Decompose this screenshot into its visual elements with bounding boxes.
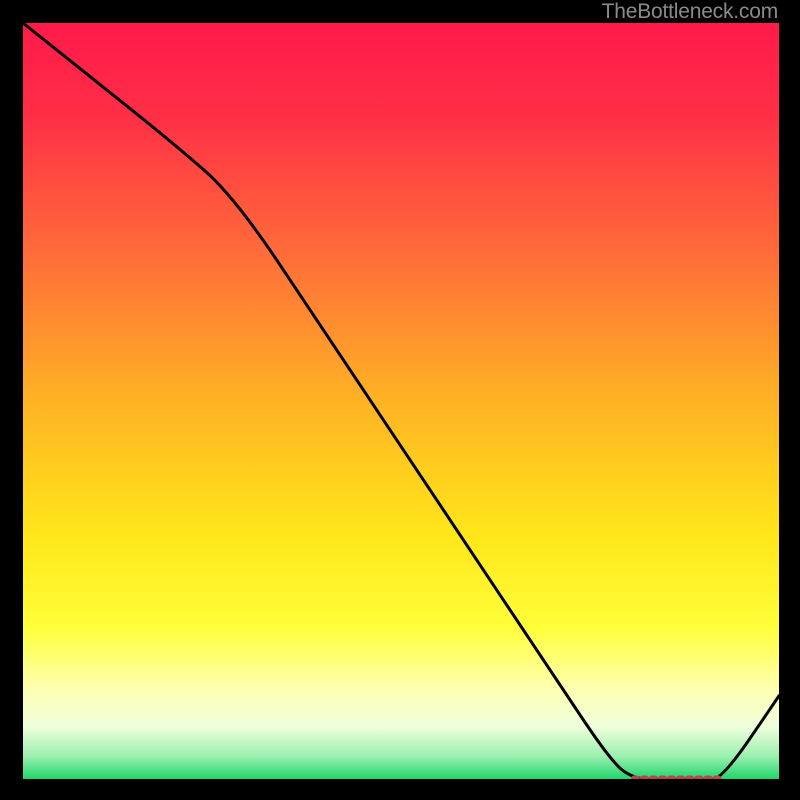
- chart-background: [23, 23, 779, 779]
- watermark-text: TheBottleneck.com: [602, 0, 778, 24]
- chart-svg: [23, 23, 779, 779]
- marker-dot: [703, 776, 712, 780]
- marker-dot: [694, 776, 703, 780]
- marker-dot: [676, 776, 685, 780]
- marker-dot: [667, 776, 676, 780]
- chart-frame: [23, 23, 779, 779]
- marker-dot: [713, 776, 722, 780]
- marker-dot: [631, 776, 640, 780]
- marker-dot: [649, 776, 658, 780]
- marker-dot: [640, 776, 649, 780]
- marker-dot: [658, 776, 667, 780]
- marker-dot: [685, 776, 694, 780]
